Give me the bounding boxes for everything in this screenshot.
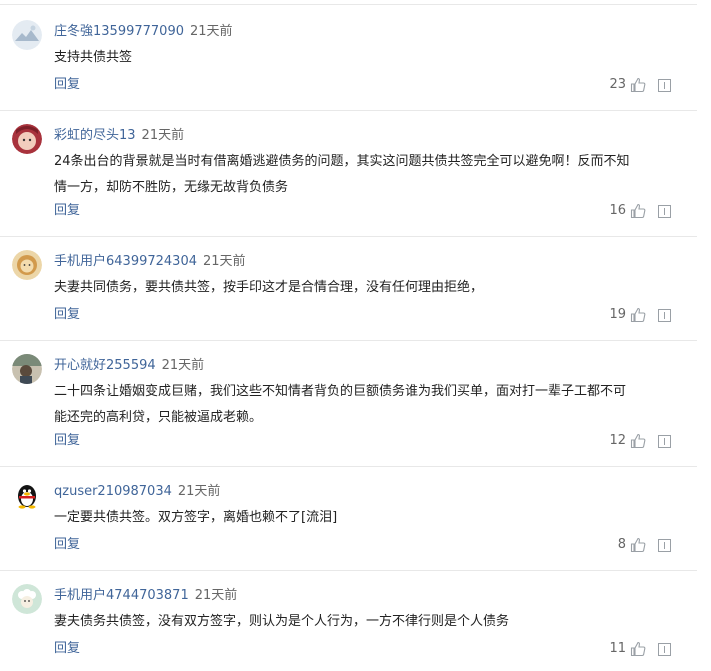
username[interactable]: 手机用户4744703871 (54, 588, 189, 603)
comment-line: 一定要共债共签。双方签字，离婚也赖不了[流泪] (54, 510, 338, 525)
like-count: 8 (617, 537, 626, 552)
comment-divider (0, 570, 697, 571)
comment-header: 手机用户64399724304 21天前 (54, 253, 246, 271)
comment-header: qzuser210987034 21天前 (54, 483, 220, 501)
thumbs-up-icon[interactable] (630, 537, 646, 553)
thumbs-up-icon[interactable] (630, 641, 646, 657)
reply-button[interactable]: 回复 (54, 76, 80, 94)
username[interactable]: 手机用户64399724304 (54, 254, 197, 269)
avatar[interactable] (12, 480, 42, 510)
report-icon[interactable] (658, 435, 671, 448)
comment-line: 夫妻共同债务，要共债共签，按手印这才是合情合理，没有任何理由拒绝， (54, 280, 484, 295)
comment-header: 开心就好255594 21天前 (54, 357, 204, 375)
comment-text: 妻夫债务共债签，没有双方签字，则认为是个人行为，一方不律行则是个人债务 (54, 609, 679, 635)
timestamp: 21天前 (141, 128, 185, 143)
comment-header: 彩虹的尽头13 21天前 (54, 127, 184, 145)
reply-button[interactable]: 回复 (54, 202, 80, 220)
photo-avatar-icon (12, 354, 42, 384)
like-count: 23 (609, 77, 626, 92)
comment-line: 24条出台的背景就是当时有借离婚逃避债务的问题，其实这问题共债共签完全可以避免啊… (54, 154, 630, 169)
comment-header: 庄冬強13599777090 21天前 (54, 23, 233, 41)
comment-text: 一定要共债共签。双方签字，离婚也赖不了[流泪] (54, 505, 679, 531)
comment-divider (0, 340, 697, 341)
report-icon[interactable] (658, 309, 671, 322)
landscape-avatar-icon (12, 20, 42, 50)
reply-button[interactable]: 回复 (54, 306, 80, 324)
comment-line: 能还完的高利贷，只能被逼成老赖。 (54, 410, 263, 425)
timestamp: 21天前 (194, 588, 238, 603)
penguin-avatar-icon (12, 480, 42, 510)
reply-button[interactable]: 回复 (54, 432, 80, 450)
lion-avatar-icon (12, 250, 42, 280)
timestamp: 21天前 (177, 484, 221, 499)
like-count: 12 (609, 433, 626, 448)
thumbs-up-icon[interactable] (630, 203, 646, 219)
reply-button[interactable]: 回复 (54, 640, 80, 658)
thumbs-up-icon[interactable] (630, 433, 646, 449)
username[interactable]: 开心就好255594 (54, 358, 156, 373)
comment-line: 妻夫债务共债签，没有双方签字，则认为是个人行为，一方不律行则是个人债务 (54, 614, 510, 629)
report-icon[interactable] (658, 205, 671, 218)
baby-photo-avatar-icon (12, 124, 42, 154)
report-icon[interactable] (658, 79, 671, 92)
report-icon[interactable] (658, 539, 671, 552)
right-edge (697, 0, 711, 671)
username[interactable]: 彩虹的尽头13 (54, 128, 136, 143)
avatar[interactable] (12, 250, 42, 280)
timestamp: 21天前 (189, 24, 233, 39)
comment-text: 二十四条让婚姻变成巨赌，我们这些不知情者背负的巨额债务谁为我们买单，面对打一辈子… (54, 379, 679, 431)
avatar[interactable] (12, 124, 42, 154)
like-count: 16 (609, 203, 626, 218)
thumbs-up-icon[interactable] (630, 77, 646, 93)
comment-text: 24条出台的背景就是当时有借离婚逃避债务的问题，其实这问题共债共签完全可以避免啊… (54, 149, 679, 201)
comment-line: 二十四条让婚姻变成巨赌，我们这些不知情者背负的巨额债务谁为我们买单，面对打一辈子… (54, 384, 627, 399)
avatar[interactable] (12, 584, 42, 614)
comment-divider (0, 110, 697, 111)
like-count: 19 (609, 307, 626, 322)
comment-line: 支持共债共签 (54, 50, 133, 65)
avatar[interactable] (12, 20, 42, 50)
timestamp: 21天前 (161, 358, 205, 373)
username[interactable]: 庄冬強13599777090 (54, 24, 184, 39)
reply-button[interactable]: 回复 (54, 536, 80, 554)
comment-header: 手机用户4744703871 21天前 (54, 587, 237, 605)
thumbs-up-icon[interactable] (630, 307, 646, 323)
like-count: 11 (609, 641, 626, 656)
comment-divider (0, 236, 697, 237)
top-divider (0, 4, 697, 5)
timestamp: 21天前 (202, 254, 246, 269)
comment-text: 夫妻共同债务，要共债共签，按手印这才是合情合理，没有任何理由拒绝， (54, 275, 679, 301)
report-icon[interactable] (658, 643, 671, 656)
avatar[interactable] (12, 354, 42, 384)
sheep-avatar-icon (12, 584, 42, 614)
username[interactable]: qzuser210987034 (54, 484, 172, 499)
comment-divider (0, 466, 697, 467)
comment-text: 支持共债共签 (54, 45, 679, 71)
comment-line: 情一方，却防不胜防，无缘无故背负债务 (54, 180, 289, 195)
